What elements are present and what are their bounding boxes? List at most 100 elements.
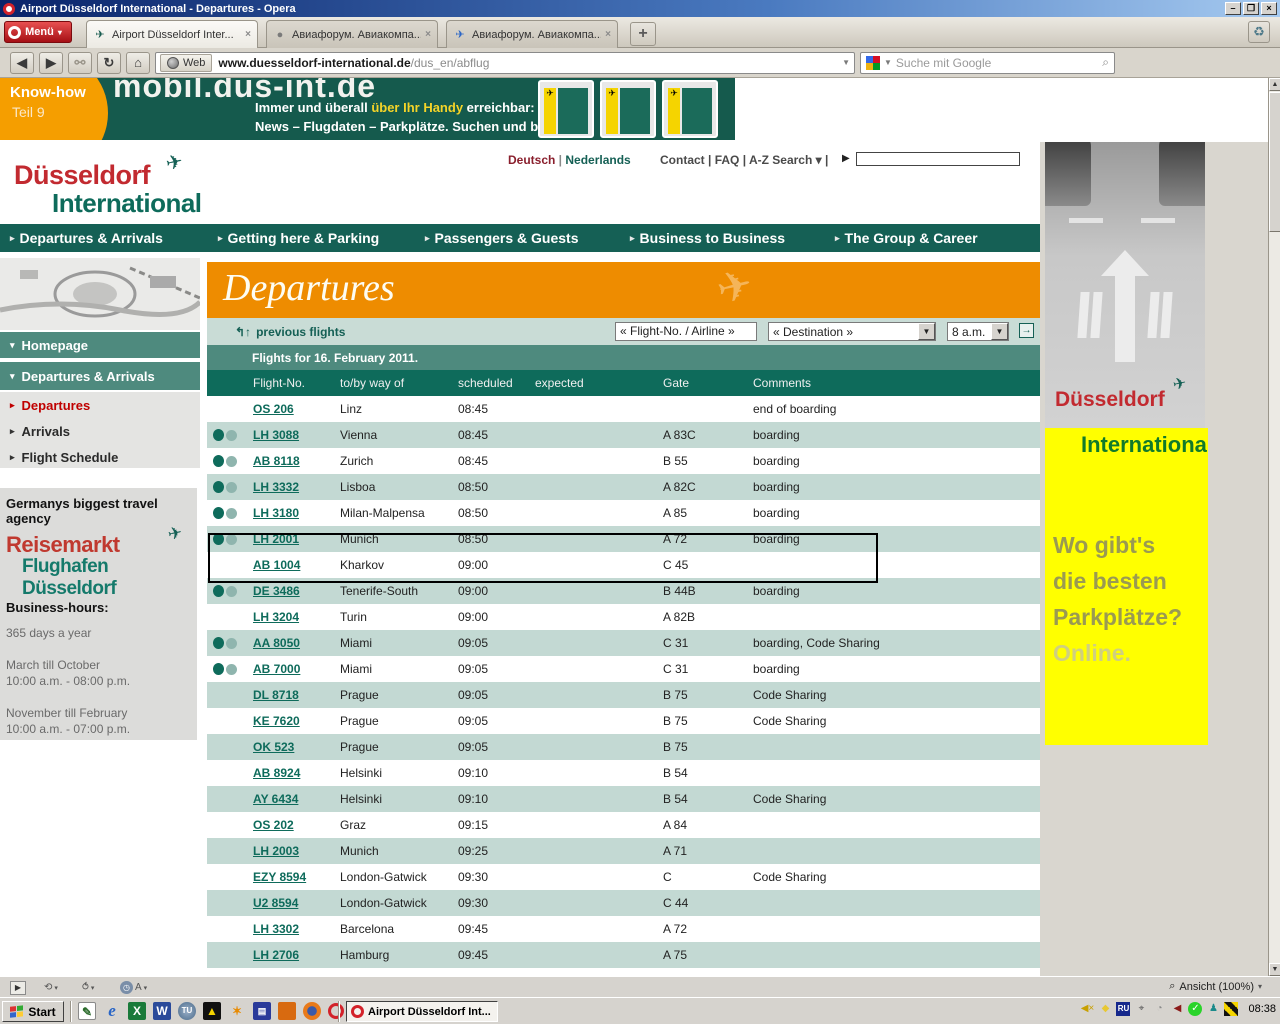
reisemarkt-logo[interactable]: Reisemarkt [6,532,120,558]
volume-tray-icon[interactable]: ◀ [1170,1002,1184,1016]
url-dropdown-icon[interactable]: ▼ [842,58,850,67]
scroll-up-icon[interactable]: ▲ [1269,78,1280,91]
antivirus-check-icon[interactable]: ✓ [1188,1002,1202,1016]
opera-icon[interactable] [328,1003,344,1019]
sidebar-item-departures-arrivals[interactable]: ▾Departures & Arrivals [0,362,200,390]
dropdown-arrow-icon[interactable]: ▼ [991,323,1008,340]
parking-ad-yellow[interactable]: International Wo gibt's die besten Parkp… [1045,428,1208,745]
nav-group-career[interactable]: ▸The Group & Career [835,224,978,252]
parking-ad-image[interactable]: Düsseldorf ✈ [1045,142,1205,428]
time-zoom-icon[interactable]: ◷ A ▾ [120,980,147,995]
agent-tray-icon[interactable]: ♟ [1206,1002,1220,1016]
start-button[interactable]: Start [2,1001,64,1022]
flight-link[interactable]: OS 202 [253,818,294,832]
checker-tray-icon[interactable] [1224,1002,1238,1016]
tab-aviaforum-1[interactable]: ● Авиафорум. Авиакомпа... × [266,20,438,48]
mobil-banner-ad[interactable]: Know-how Teil 9 mobil.dus-int.de Immer u… [0,78,735,140]
web-badge[interactable]: Web [160,54,212,72]
flight-link[interactable]: LH 3332 [253,480,299,494]
minimize-button[interactable]: – [1225,2,1241,15]
nav-departures-arrivals[interactable]: ▸Departures & Arrivals [10,224,163,252]
mail-compose-icon[interactable]: ✎ [78,1002,96,1020]
header-links[interactable]: Contact | FAQ | A-Z Search ▾ | [660,153,828,167]
flight-link[interactable]: AA 8050 [253,636,300,650]
flight-link[interactable]: LH 3088 [253,428,299,442]
forward-button[interactable]: ▶ [39,52,63,74]
view-zoom-control[interactable]: ⌕ Ansicht (100%) ▾ [1169,980,1262,993]
search-go-icon[interactable]: ▶ [842,153,850,164]
tu-app-icon[interactable]: TU [178,1002,196,1020]
restore-button[interactable]: ❐ [1243,2,1259,15]
time-filter-select[interactable]: 8 a.m.▼ [947,322,1009,341]
excel-icon[interactable]: X [128,1002,146,1020]
flight-link[interactable]: AY 6434 [253,792,298,806]
sidebar-item-homepage[interactable]: ▾Homepage [0,332,200,358]
flight-link[interactable]: DL 8718 [253,688,299,702]
search-engine-dropdown-icon[interactable]: ▼ [884,58,892,67]
tab-close-icon[interactable]: × [425,29,431,40]
flight-link[interactable]: LH 3204 [253,610,299,624]
rewind-key-icon[interactable]: ⚯ [68,52,92,74]
tab-close-icon[interactable]: × [245,29,251,40]
flight-link[interactable]: U2 8594 [253,896,298,910]
firefox-icon[interactable] [303,1002,321,1020]
book-app-icon[interactable] [278,1002,296,1020]
home-button[interactable]: ⌂ [126,52,150,74]
flight-link[interactable]: LH 3302 [253,922,299,936]
closed-tabs-trash-icon[interactable]: ♻ [1248,21,1270,43]
tab-aviaforum-2[interactable]: ✈ Авиафорум. Авиакомпа... × [446,20,618,48]
panels-toggle-icon[interactable]: ▶ [10,980,26,995]
tab-close-icon[interactable]: × [605,29,611,40]
device-tray-icon[interactable]: ⌖ [1134,1002,1148,1016]
flughafen-logo[interactable]: Flughafen Düsseldorf [22,556,197,600]
flight-link[interactable]: KE 7620 [253,714,300,728]
flight-link[interactable]: LH 2706 [253,948,299,962]
search-icon[interactable]: ⌕ [1102,55,1109,70]
flight-link[interactable]: OS 206 [253,402,294,416]
sidebar-item-departures[interactable]: ▸Departures [10,398,90,413]
flight-link[interactable]: AB 8118 [253,454,300,468]
language-indicator[interactable]: RU [1116,1002,1130,1016]
reload-button[interactable]: ↻ [97,52,121,74]
dropdown-arrow-icon[interactable]: ▼ [918,323,935,340]
diamond-tray-icon[interactable]: ◆ [1098,1002,1112,1016]
site-logo-line2[interactable]: International [52,188,202,219]
sync-icon[interactable]: ⟲▾ [44,980,58,995]
word-icon[interactable]: W [153,1002,171,1020]
flight-link[interactable]: AB 8924 [253,766,300,780]
close-button[interactable]: × [1261,2,1277,15]
taskbar-task-opera[interactable]: Airport Düsseldorf Int... [346,1001,498,1022]
opera-menu-button[interactable]: Menü ▾ [4,21,72,43]
flight-link[interactable]: DE 3486 [253,584,300,598]
new-tab-button[interactable]: + [630,22,656,46]
language-links[interactable]: Deutsch | Nederlands [508,153,631,167]
nav-getting-here[interactable]: ▸Getting here & Parking [218,224,379,252]
sidebar-item-flight-schedule[interactable]: ▸Flight Schedule [10,450,118,465]
site-logo-line1[interactable]: Düsseldorf [14,160,150,191]
sidebar-item-arrivals[interactable]: ▸Arrivals [10,424,70,439]
google-search-field[interactable]: ▼ Suche mit Google ⌕ [860,52,1115,74]
flight-no-filter-input[interactable]: « Flight-No. / Airline » [615,322,757,341]
previous-flights-link[interactable]: previous flights [256,325,345,339]
update-tray-icon[interactable]: ◔ [1152,1002,1166,1016]
vertical-scrollbar[interactable]: ▲ ▼ [1268,78,1280,976]
splat-app-icon[interactable]: ✶ [228,1002,246,1020]
scrollbar-thumb[interactable] [1269,92,1280,232]
flight-link[interactable]: LH 2003 [253,844,299,858]
header-search-input[interactable] [856,152,1020,166]
window-titlebar[interactable]: Airport Düsseldorf International - Depar… [0,0,1280,17]
flight-link[interactable]: OK 523 [253,740,294,754]
flight-link[interactable]: AB 7000 [253,662,300,676]
nav-business[interactable]: ▸Business to Business [630,224,785,252]
flight-link[interactable]: LH 2001 [253,532,299,546]
tab-airport-duesseldorf[interactable]: ✈ Airport Düsseldorf Inter... × [86,20,258,48]
scroll-down-icon[interactable]: ▼ [1269,963,1280,976]
destination-filter-select[interactable]: « Destination »▼ [768,322,936,341]
url-field[interactable]: Web www.duesseldorf-international.de/dus… [155,52,855,74]
thebat-icon[interactable]: ▲ [203,1002,221,1020]
flight-link[interactable]: AB 1004 [253,558,300,572]
flight-link[interactable]: EZY 8594 [253,870,306,884]
filter-go-button[interactable]: → [1019,323,1034,338]
volume-muted-icon[interactable]: ◀× [1080,1002,1094,1016]
back-button[interactable]: ◀ [10,52,34,74]
